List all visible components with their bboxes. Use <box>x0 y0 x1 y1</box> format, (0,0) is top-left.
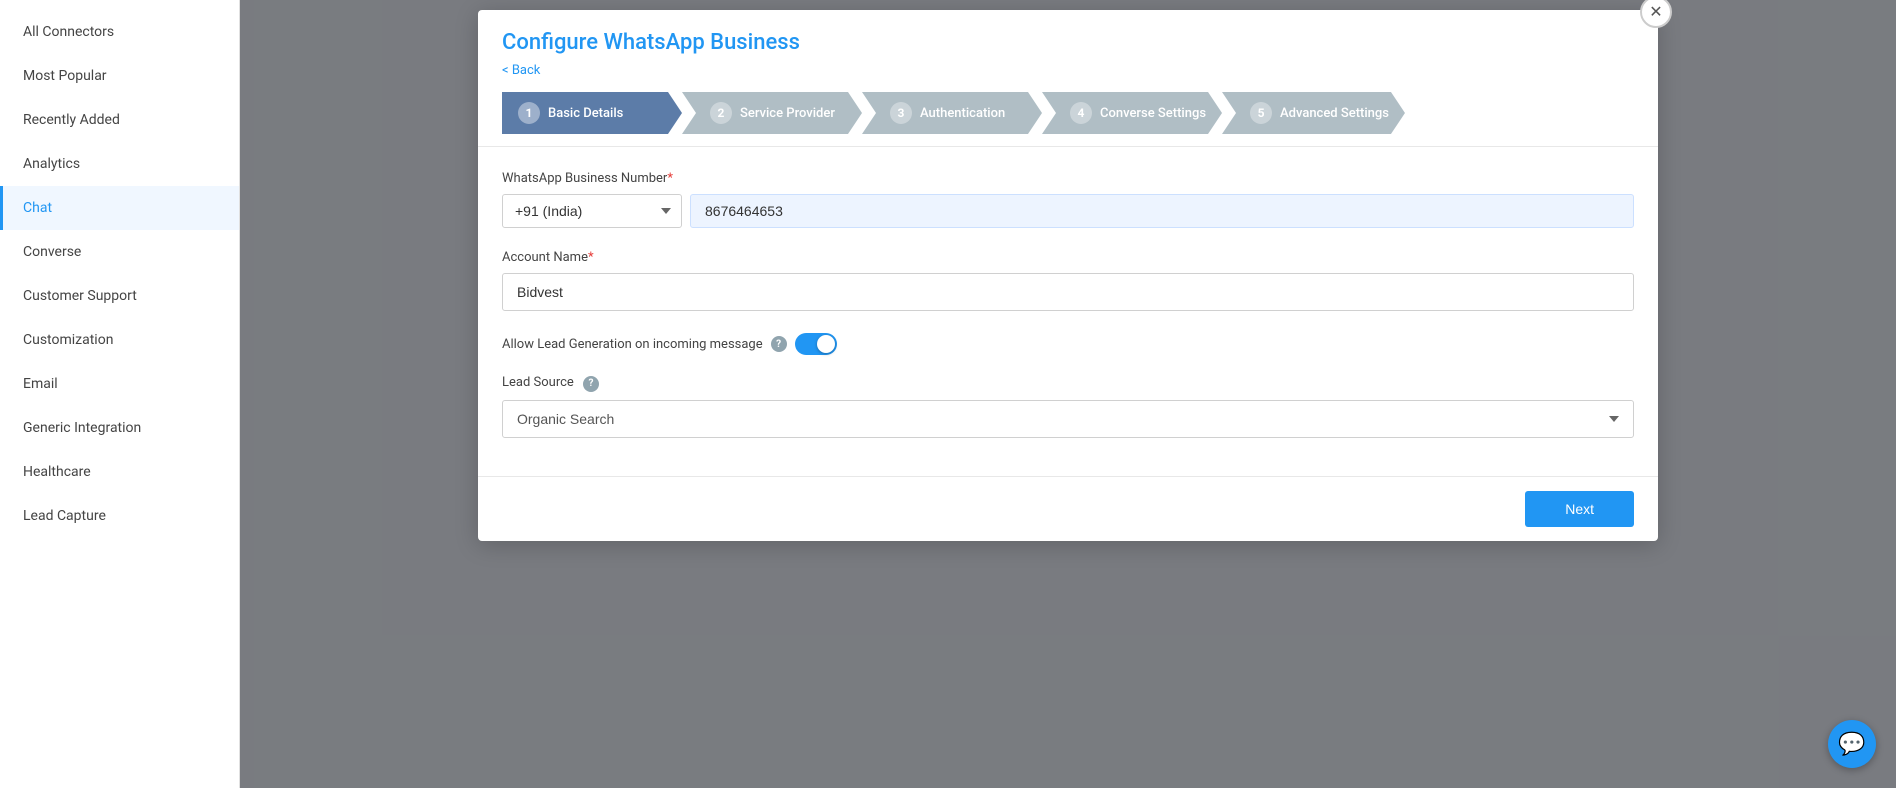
sidebar-item-most-popular[interactable]: Most Popular <box>0 54 239 98</box>
modal-close-button[interactable]: ✕ <box>1640 0 1672 28</box>
allow-lead-toggle[interactable] <box>795 333 837 355</box>
modal-footer: Next <box>478 476 1658 541</box>
next-button[interactable]: Next <box>1525 491 1634 527</box>
sidebar-item-customization[interactable]: Customization <box>0 318 239 362</box>
step-1: 2 Service Provider <box>682 92 862 134</box>
whatsapp-number-label: WhatsApp Business Number* <box>502 171 1634 186</box>
phone-row: +91 (India)+1 (USA)+44 (UK)+61 (Australi… <box>502 194 1634 228</box>
lead-source-label: Lead Source ? <box>502 375 1634 392</box>
step-label-3: Converse Settings <box>1100 106 1206 121</box>
modal-body: WhatsApp Business Number* +91 (India)+1 … <box>478 147 1658 476</box>
toggle-thumb <box>817 335 835 353</box>
lead-source-help-icon[interactable]: ? <box>583 376 599 392</box>
step-4: 5 Advanced Settings <box>1222 92 1405 134</box>
modal-dialog: ✕ Configure WhatsApp Business < Back 1Ba… <box>478 10 1658 541</box>
allow-lead-label: Allow Lead Generation on incoming messag… <box>502 337 763 352</box>
allow-lead-help-icon[interactable]: ? <box>771 336 787 352</box>
step-number-4: 5 <box>1250 102 1272 124</box>
step-label-2: Authentication <box>920 106 1005 121</box>
sidebar-item-customer-support[interactable]: Customer Support <box>0 274 239 318</box>
chat-icon: 💬 <box>1838 732 1865 757</box>
sidebar-item-healthcare[interactable]: Healthcare <box>0 450 239 494</box>
step-0: 1 Basic Details <box>502 92 682 134</box>
account-name-input[interactable] <box>502 273 1634 311</box>
sidebar: All ConnectorsMost PopularRecently Added… <box>0 0 240 788</box>
lead-source-group: Lead Source ? Organic SearchPaid SearchS… <box>502 375 1634 438</box>
sidebar-item-recently-added[interactable]: Recently Added <box>0 98 239 142</box>
account-name-label: Account Name* <box>502 250 1634 265</box>
sidebar-item-all-connectors[interactable]: All Connectors <box>0 10 239 54</box>
step-number-1: 2 <box>710 102 732 124</box>
step-number-3: 4 <box>1070 102 1092 124</box>
step-number-0: 1 <box>518 102 540 124</box>
modal-header: Configure WhatsApp Business < Back 1 Basi… <box>478 10 1658 147</box>
step-label-1: Service Provider <box>740 106 835 121</box>
country-code-select[interactable]: +91 (India)+1 (USA)+44 (UK)+61 (Australi… <box>502 194 682 228</box>
sidebar-item-generic-integration[interactable]: Generic Integration <box>0 406 239 450</box>
allow-lead-row: Allow Lead Generation on incoming messag… <box>502 333 1634 355</box>
step-label-4: Advanced Settings <box>1280 106 1389 121</box>
step-number-2: 3 <box>890 102 912 124</box>
chat-fab-button[interactable]: 💬 <box>1828 720 1876 768</box>
back-link[interactable]: < Back <box>502 63 540 78</box>
account-name-group: Account Name* <box>502 250 1634 311</box>
lead-source-select[interactable]: Organic SearchPaid SearchSocial MediaRef… <box>502 400 1634 438</box>
step-label-0: Basic Details <box>548 106 623 121</box>
sidebar-item-chat[interactable]: Chat <box>0 186 239 230</box>
modal-overlay: ✕ Configure WhatsApp Business < Back 1 Ba… <box>240 0 1896 788</box>
sidebar-item-lead-capture[interactable]: Lead Capture <box>0 494 239 538</box>
step-2: 3 Authentication <box>862 92 1042 134</box>
sidebar-item-email[interactable]: Email <box>0 362 239 406</box>
main-area: ✕ Configure WhatsApp Business < Back 1 Ba… <box>240 0 1896 788</box>
whatsapp-number-group: WhatsApp Business Number* +91 (India)+1 … <box>502 171 1634 228</box>
sidebar-item-converse[interactable]: Converse <box>0 230 239 274</box>
stepper: 1 Basic Details 2 Service Provider 3 Authenti… <box>502 92 1634 134</box>
step-3: 4 Converse Settings <box>1042 92 1222 134</box>
sidebar-item-analytics[interactable]: Analytics <box>0 142 239 186</box>
phone-number-input[interactable] <box>690 194 1634 228</box>
close-icon: ✕ <box>1649 2 1662 22</box>
modal-title: Configure WhatsApp Business <box>502 30 1634 55</box>
